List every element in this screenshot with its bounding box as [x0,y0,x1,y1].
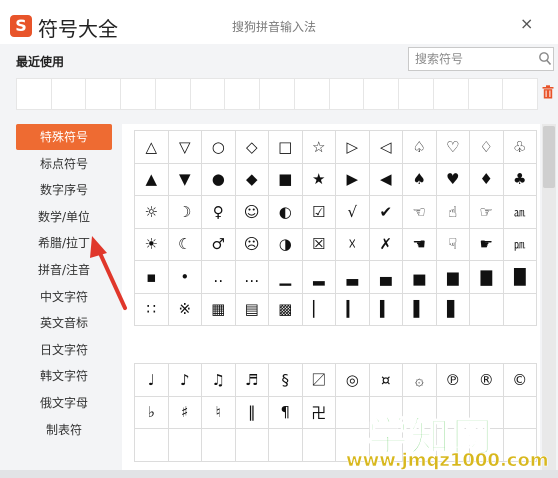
watermark-url: www.jmqz1000.com [346,450,549,472]
watermark: 学知网 www.jmqz1000.com [338,404,549,474]
window-bottom-edge [0,470,558,478]
